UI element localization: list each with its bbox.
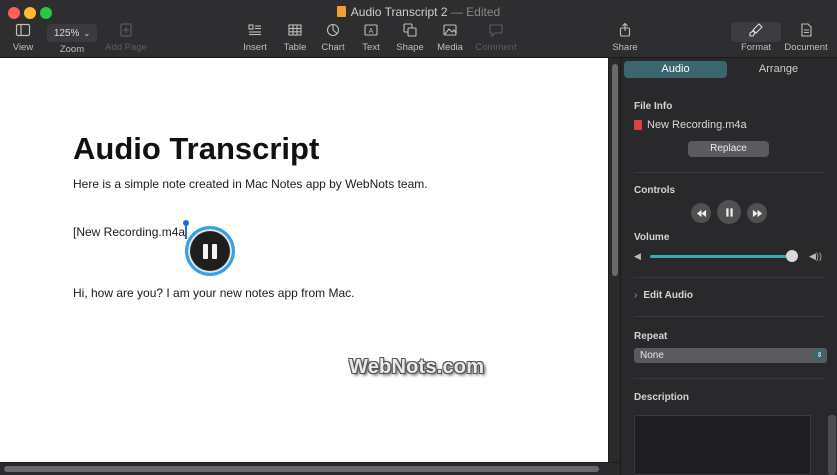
fast-forward-icon [752,209,762,217]
share-icon [611,22,639,42]
file-info-label: File Info [634,101,673,112]
media-button[interactable]: Media [435,22,465,53]
pause-button[interactable] [717,200,741,224]
horizontal-scroll-thumb[interactable] [4,466,599,472]
chart-icon [319,22,347,42]
add-page-button[interactable]: Add Page [103,22,149,53]
recording-label[interactable]: [New Recording.m4a [73,220,190,239]
toolbar: Audio Transcript 2 — Edited View 125% ⌄ … [0,0,837,58]
volume-slider[interactable] [650,255,795,258]
inspector-scroll-thumb[interactable] [828,415,836,475]
pause-icon [725,207,733,217]
comment-icon [474,22,518,42]
tab-audio[interactable]: Audio [624,61,727,78]
watermark: WebNots.com [349,356,485,378]
text-cursor [183,220,190,239]
volume-slider-knob[interactable] [786,250,799,262]
view-button[interactable]: View [8,22,38,53]
document-paragraph-2[interactable]: Hi, how are you? I am your new notes app… [73,286,354,300]
table-button[interactable]: Table [281,22,309,53]
repeat-select[interactable]: None ⇕ [634,348,827,363]
description-label: Description [634,392,690,403]
text-button[interactable]: A Text [358,22,384,53]
chart-button[interactable]: Chart [319,22,347,53]
repeat-label: Repeat [634,331,668,342]
document-heading[interactable]: Audio Transcript [73,131,319,167]
tab-arrange[interactable]: Arrange [727,61,830,78]
svg-text:A: A [369,28,374,35]
photo-icon [435,22,465,42]
audio-pause-button[interactable] [185,226,235,276]
share-button[interactable]: Share [611,22,639,53]
vertical-scroll-thumb[interactable] [612,64,618,276]
chevron-down-icon: ⌄ [83,28,91,38]
chevron-right-icon: › [634,290,638,301]
horizontal-scrollbar[interactable] [0,462,620,475]
insert-icon [240,22,270,42]
document-icon [784,22,828,42]
zoom-select[interactable]: 125% ⌄ [47,24,97,42]
zoom-label: Zoom [59,44,85,55]
divider [634,277,824,278]
replace-button[interactable]: Replace [688,141,769,157]
pages-document-icon [336,6,346,17]
audio-file-icon [634,120,642,130]
insert-button[interactable]: Insert [240,22,270,53]
inspector-tabs: Audio Arrange [624,61,830,78]
shape-icon [395,22,425,42]
edited-status: Edited [466,5,501,19]
format-inspector: Audio Arrange File Info New Recording.m4… [620,58,837,475]
add-page-icon [103,22,149,42]
description-field[interactable] [634,415,811,475]
divider [634,378,824,379]
volume-label: Volume [634,232,670,243]
divider [634,316,824,317]
fast-forward-button[interactable] [747,203,767,223]
volume-high-icon: ◀)) [809,251,822,261]
sidebar-icon [8,22,38,42]
edit-audio-disclosure[interactable]: › Edit Audio [634,290,693,301]
rewind-icon [696,209,706,217]
text-box-icon: A [358,22,384,42]
controls-label: Controls [634,185,676,196]
window-title: Audio Transcript 2 — Edited [0,5,837,19]
document-paragraph-1[interactable]: Here is a simple note created in Mac Not… [73,177,428,191]
paintbrush-icon [736,22,776,42]
file-name-row: New Recording.m4a [634,119,747,131]
rewind-button[interactable] [691,203,711,223]
comment-button[interactable]: Comment [474,22,518,53]
table-icon [281,22,309,42]
shape-button[interactable]: Shape [395,22,425,53]
pause-icon [191,232,229,270]
document-canvas[interactable]: Audio Transcript Here is a simple note c… [0,58,608,462]
volume-low-icon: ◀ [634,251,641,261]
format-button[interactable]: Format [736,22,776,53]
document-button[interactable]: Document [784,22,828,53]
divider [634,172,824,173]
chevron-updown-icon: ⇕ [814,350,825,361]
vertical-scrollbar[interactable] [608,58,620,462]
